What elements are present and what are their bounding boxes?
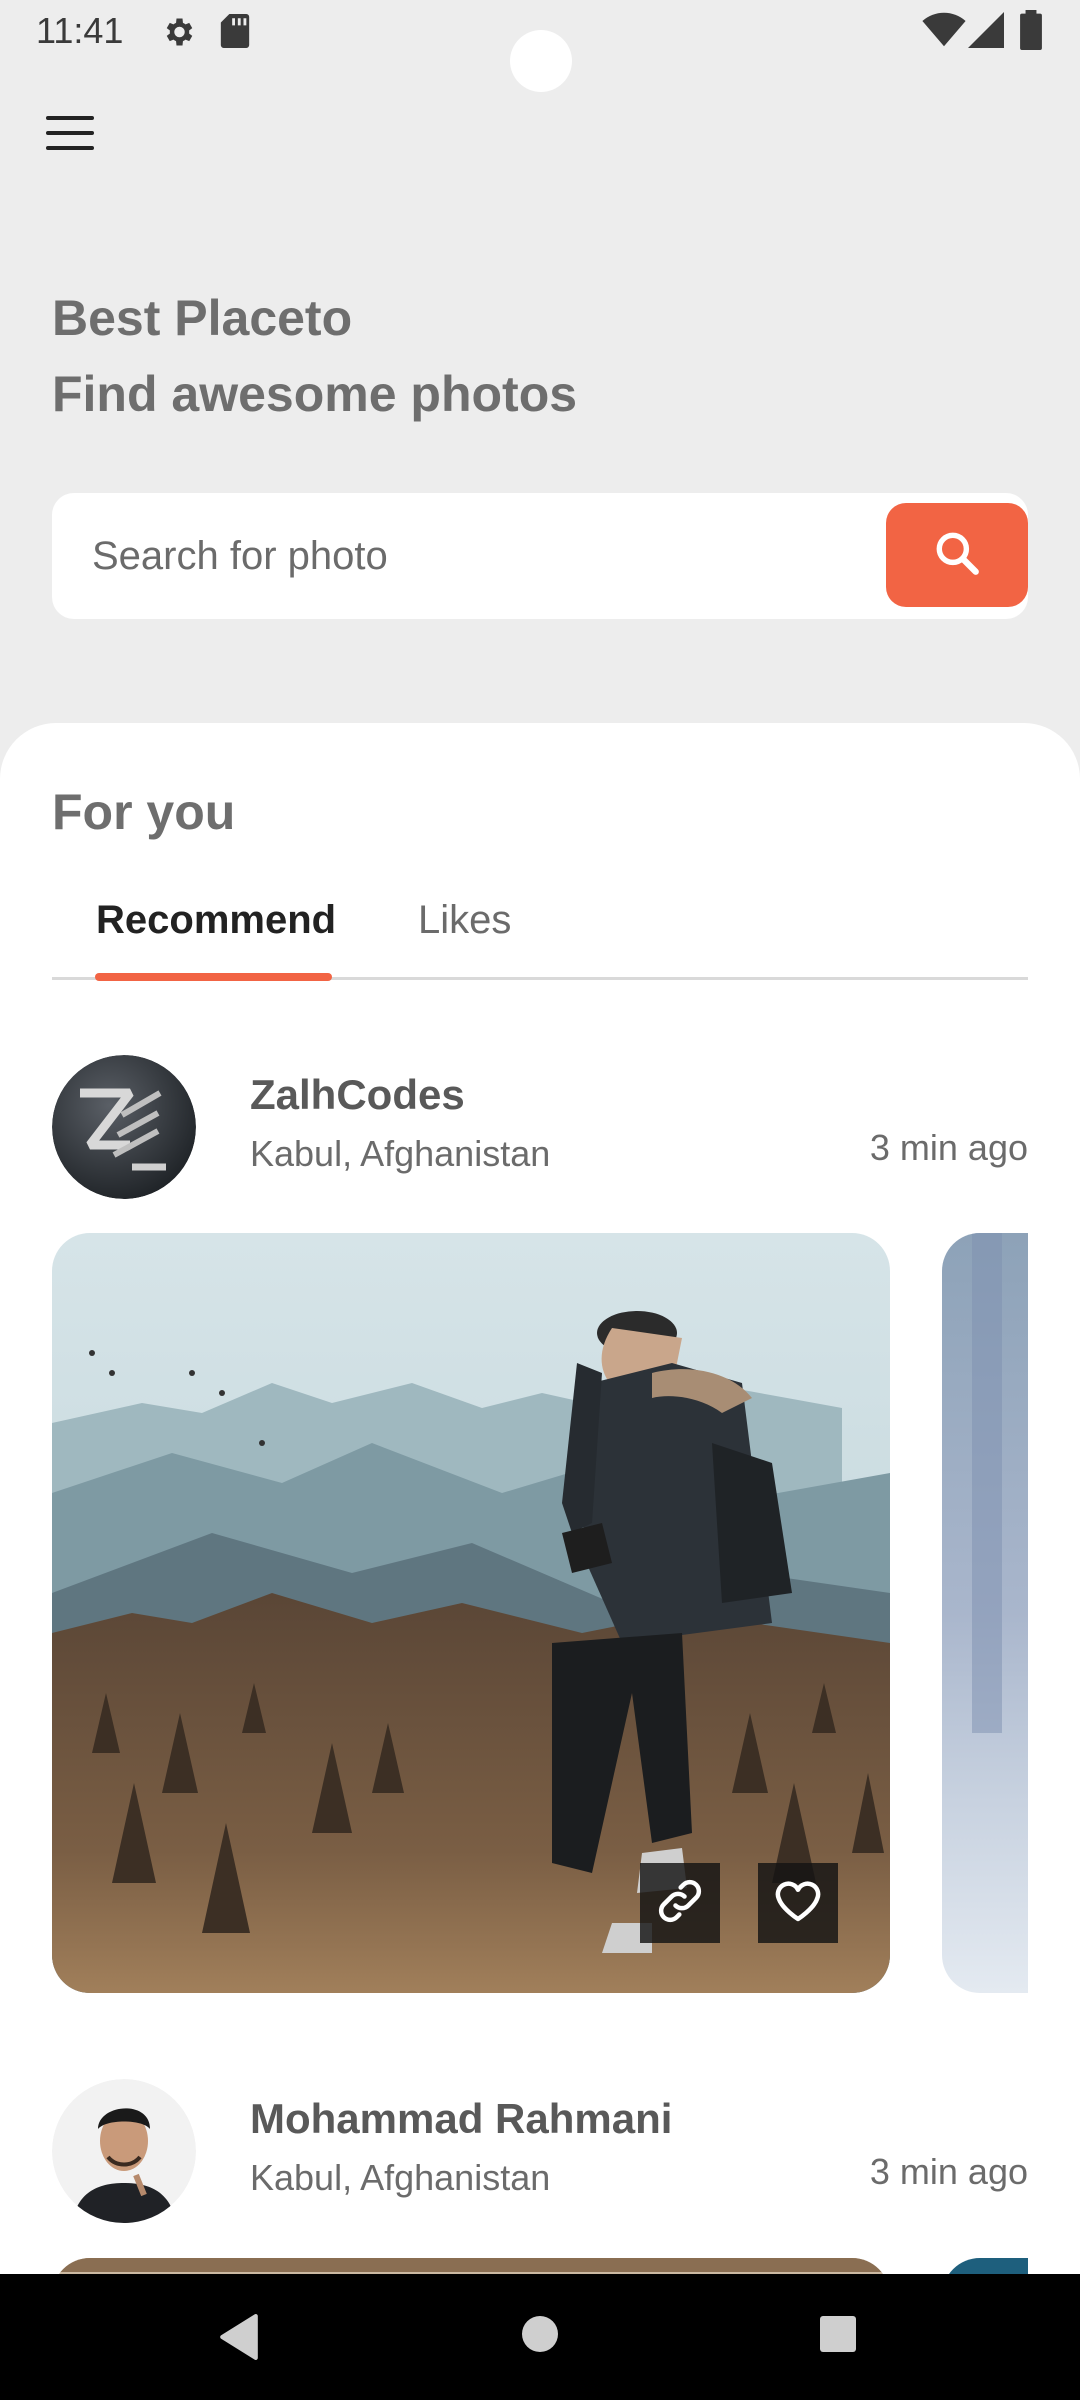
status-time: 11:41 xyxy=(36,10,124,51)
tab-likes[interactable]: Likes xyxy=(418,898,511,990)
wifi-icon xyxy=(922,12,966,53)
search-icon xyxy=(932,528,982,583)
avatar[interactable] xyxy=(52,1055,196,1199)
post-header[interactable]: ZalhCodes Kabul, Afghanistan 3 min ago xyxy=(52,1055,1028,1205)
copy-link-button[interactable] xyxy=(640,1863,720,1943)
avatar[interactable] xyxy=(52,2079,196,2223)
like-button[interactable] xyxy=(758,1863,838,1943)
settings-icon xyxy=(160,14,196,55)
section-title: For you xyxy=(52,784,236,840)
author-name[interactable]: ZalhCodes xyxy=(250,1071,465,1119)
home-icon[interactable] xyxy=(520,2314,560,2359)
next-photo-peek[interactable] xyxy=(942,1233,1028,1993)
post-time: 3 min ago xyxy=(869,1127,1028,1168)
front-camera xyxy=(510,30,572,92)
sd-card-icon xyxy=(220,14,250,53)
battery-icon xyxy=(1020,10,1042,55)
headline: Best Placeto Find awesome photos xyxy=(52,280,577,432)
system-nav-bar xyxy=(0,2274,1080,2400)
headline-line-2: Find awesome photos xyxy=(52,366,578,422)
post-time: 3 min ago xyxy=(869,2151,1028,2192)
author-name[interactable]: Mohammad Rahmani xyxy=(250,2095,672,2143)
author-location: Kabul, Afghanistan xyxy=(250,1133,551,1174)
recents-icon[interactable] xyxy=(818,2314,858,2359)
active-tab-indicator xyxy=(95,973,332,981)
headline-line-1: Best Placeto xyxy=(52,290,353,346)
search-button[interactable] xyxy=(886,503,1028,607)
heart-icon xyxy=(771,1874,825,1933)
author-location: Kabul, Afghanistan xyxy=(250,2157,551,2198)
link-icon xyxy=(653,1874,707,1933)
signal-icon xyxy=(968,12,1004,53)
search-bar xyxy=(52,493,1028,619)
back-icon[interactable] xyxy=(218,2314,260,2365)
status-bar: 11:41 xyxy=(0,0,1080,92)
search-input[interactable] xyxy=(92,493,892,619)
feed-tabs: Recommend Likes xyxy=(52,888,1028,981)
post-header[interactable]: Mohammad Rahmani Kabul, Afghanistan 3 mi… xyxy=(52,2079,1028,2229)
feed-sheet: For you Recommend Likes ZalhCodes Kabul,… xyxy=(0,723,1080,2283)
hamburger-menu-icon[interactable] xyxy=(46,116,102,158)
